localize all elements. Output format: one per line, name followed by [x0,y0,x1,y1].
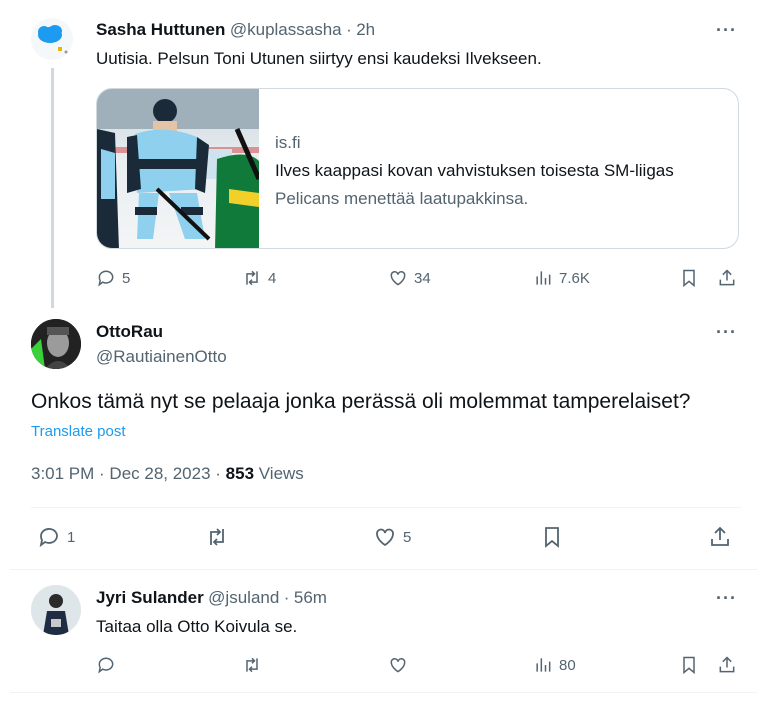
link-card[interactable]: is.fi Ilves kaappasi kovan vahvistuksen … [96,88,739,249]
tweet3-header: Jyri Sulander @jsuland · 56m [96,588,327,608]
section-divider [10,569,757,570]
bookmark-icon [683,269,695,288]
main-time[interactable]: 3:01 PM · Dec 28, 2023 · [31,464,226,483]
card-description: Pelicans menettää laatupakkinsa. [275,189,529,208]
main-bookmark-button[interactable] [540,525,564,549]
tweet3-dot: · [283,588,290,607]
main-repost-button[interactable] [205,525,229,549]
main-timestamp: 3:01 PM · Dec 28, 2023 · 853 Views [31,464,304,484]
tweet3-time[interactable]: 56m [294,588,327,607]
tweet3-views-button[interactable]: 80 [533,655,576,675]
avatar-ottorau[interactable] [31,319,81,369]
divider [31,507,741,508]
main-reply-count: 1 [67,528,76,546]
tweet1-reply-count: 5 [122,269,131,287]
tweet1-handle[interactable]: @kuplassasha [230,20,342,39]
card-title: Ilves kaappasi kovan vahvistuksen toises… [275,161,674,180]
avatar-sasha[interactable] [31,18,73,60]
tweet3-text: Taitaa olla Otto Koivula se. [96,617,298,636]
tweet1-header: Sasha Huttunen @kuplassasha · 2h [96,20,375,40]
tweet1-more-button[interactable]: ··· [716,20,737,41]
repost-icon [246,657,258,673]
tweet1-dot: · [346,20,352,39]
tweet1-repost-count: 4 [268,269,277,287]
main-views-count: 853 [225,464,255,483]
tweet3-share-button[interactable] [717,655,737,675]
bookmark-icon [683,656,695,675]
main-text: Onkos tämä nyt se pelaaja jonka perässä … [31,390,691,413]
tweet1-like-count: 34 [414,269,431,287]
tweet1-views-count: 7.6K [559,269,590,287]
tweet1-name[interactable]: Sasha Huttunen [96,20,225,39]
tweet1-like-button[interactable]: 34 [388,268,431,288]
tweet3-views-count: 80 [559,656,576,674]
main-views-label: Views [254,464,304,483]
tweet3-name[interactable]: Jyri Sulander [96,588,204,607]
main-reply-button[interactable]: 1 [37,525,75,549]
reply-icon [98,657,114,674]
translate-post-link[interactable]: Translate post [31,423,126,440]
heart-icon [376,528,394,547]
hockey-player-image [97,89,259,248]
main-handle[interactable]: @RautiainenOtto [96,347,227,367]
main-like-count: 5 [403,528,412,546]
main-more-button[interactable]: ··· [716,322,737,343]
main-name[interactable]: OttoRau [96,322,163,342]
tweet1-bookmark-button[interactable] [679,268,699,288]
share-icon [711,526,729,546]
share-icon [719,269,735,286]
tweet1-reply-button[interactable]: 5 [96,268,130,288]
tweet1-repost-button[interactable]: 4 [242,268,276,288]
thread-line [51,68,54,308]
tweet3-reply-button[interactable] [96,655,116,675]
share-icon [719,656,735,673]
tweet1-views-button[interactable]: 7.6K [533,268,590,288]
tweet3-like-button[interactable] [388,655,408,675]
main-share-button[interactable] [708,525,732,549]
tweet3-handle[interactable]: @jsuland [208,588,279,607]
reply-icon [98,270,114,287]
tweet3-repost-button[interactable] [242,655,262,675]
heart-icon [390,657,406,673]
bookmark-icon [545,527,559,548]
tweet1-share-button[interactable] [717,268,737,288]
repost-icon [210,528,224,546]
card-domain: is.fi [275,133,301,152]
views-icon [536,658,551,672]
reply-icon [39,528,58,548]
bottom-divider [10,692,757,693]
tweet1-time[interactable]: 2h [356,20,375,39]
card-image [97,89,259,248]
views-icon [536,271,551,285]
avatar-jyri[interactable] [31,585,81,635]
tweet3-bookmark-button[interactable] [679,655,699,675]
repost-icon [246,270,258,286]
main-like-button[interactable]: 5 [373,525,411,549]
tweet1-text: Uutisia. Pelsun Toni Utunen siirtyy ensi… [96,49,542,68]
tweet3-more-button[interactable]: ··· [716,588,737,609]
heart-icon [390,270,406,286]
